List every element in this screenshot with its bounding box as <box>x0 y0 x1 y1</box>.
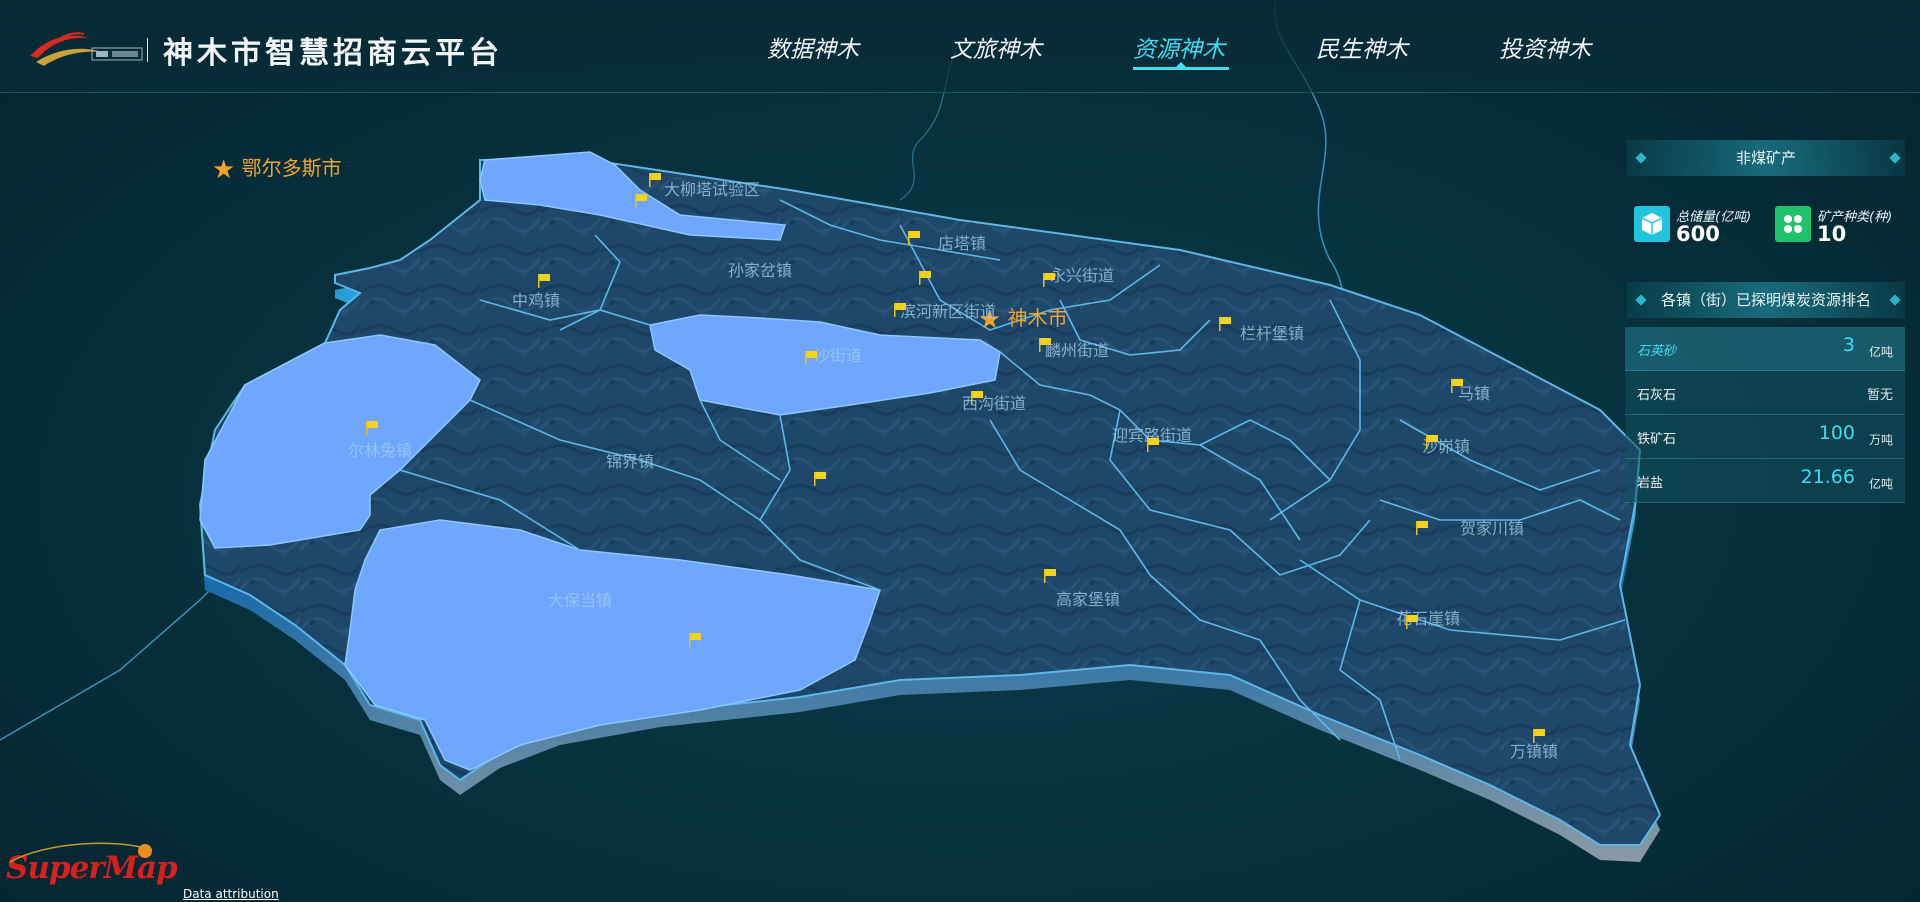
flag-icon[interactable] <box>1043 568 1057 583</box>
nav-tab-culture-tourism[interactable]: 文旅神木 <box>950 30 1042 64</box>
township-label[interactable]: 尔林兔镇 <box>348 437 412 461</box>
nav-tab-investment[interactable]: 投资神木 <box>1499 30 1591 64</box>
cube-icon <box>1634 206 1670 242</box>
flag-icon[interactable] <box>1425 434 1439 449</box>
title-divider <box>147 38 148 62</box>
app-title: 神木市智慧招商云平台 <box>163 36 503 71</box>
stat-value: 10 <box>1817 222 1847 246</box>
ranking-table: 石英砂 3 亿吨 石灰石 暂无 铁矿石 100 万吨 岩盐 21.66 亿吨 <box>1625 327 1905 503</box>
ranking-unit: 亿吨 <box>1868 345 1893 359</box>
flag-icon[interactable] <box>1042 272 1056 287</box>
stat-value: 600 <box>1676 222 1720 246</box>
ranking-name: 石英砂 <box>1637 344 1677 359</box>
flag-icon[interactable] <box>1038 337 1052 352</box>
township-label[interactable]: 栏杆堡镇 <box>1240 320 1304 344</box>
ranking-row[interactable]: 铁矿石 100 万吨 <box>1625 415 1905 459</box>
diamond-icon <box>1635 152 1647 164</box>
township-label[interactable]: 麟州街道 <box>1045 337 1109 361</box>
flag-icon[interactable] <box>1146 437 1160 452</box>
city-label-ordos: ★ 鄂尔多斯市 <box>212 155 342 185</box>
flag-icon[interactable] <box>634 193 648 208</box>
ranking-value: 3 <box>1842 334 1855 356</box>
ranking-unit: 亿吨 <box>1868 477 1893 491</box>
township-label[interactable]: 孙家岔镇 <box>728 257 792 281</box>
flag-icon[interactable] <box>1405 614 1419 629</box>
panel-section-title: 非煤矿产 <box>1735 149 1796 167</box>
ranking-title: 各镇（街）已探明煤炭资源排名 <box>1660 291 1871 309</box>
flag-icon[interactable] <box>970 390 984 405</box>
ranking-name: 岩盐 <box>1637 476 1664 491</box>
resource-panel: 非煤矿产 总储量(亿吨) 600 矿产种类(种) 10 各镇（街）已探明煤炭资源… <box>1625 140 1905 503</box>
flag-icon[interactable] <box>648 172 662 187</box>
flag-icon[interactable] <box>1218 316 1232 331</box>
township-label[interactable]: 大柳塔试验区 <box>664 176 760 200</box>
flag-icon[interactable] <box>907 230 921 245</box>
township-label[interactable]: 沙街道 <box>814 342 862 366</box>
stat-total-reserves: 总储量(亿吨) 600 <box>1634 204 1774 246</box>
township-label[interactable]: 店塔镇 <box>938 230 986 254</box>
township-label[interactable]: 永兴街道 <box>1050 262 1114 286</box>
ranking-value: 21.66 <box>1800 466 1855 488</box>
panel-section-header: 非煤矿产 <box>1627 140 1905 176</box>
flag-icon[interactable] <box>804 350 818 365</box>
ranking-header: 各镇（街）已探明煤炭资源排名 <box>1627 282 1905 318</box>
diamond-icon <box>1635 294 1647 306</box>
flag-icon[interactable] <box>1532 728 1546 743</box>
top-header: 神木市智慧招商云平台 数据神木 文旅神木 资源神木 民生神木 投资神木 <box>0 0 1920 93</box>
star-icon: ★ <box>212 155 236 185</box>
logo-icon <box>30 32 143 66</box>
external-boundary-line <box>0 559 241 741</box>
active-tab-underline <box>1133 67 1229 70</box>
diamond-icon <box>1889 152 1901 164</box>
map-stage[interactable]: ★ 鄂尔多斯市 ★ 神木市 大柳塔试验区 店塔镇 孙家岔镇 永兴街道 中鸡镇 滨… <box>0 0 1920 902</box>
ranking-name: 石灰石 <box>1637 388 1677 403</box>
ranking-value: 暂无 <box>1866 388 1893 403</box>
flag-icon[interactable] <box>688 632 702 647</box>
ranking-name: 铁矿石 <box>1637 432 1677 447</box>
township-label[interactable]: 锦界镇 <box>606 448 654 472</box>
grid-icon <box>1775 206 1811 242</box>
data-attribution-link[interactable]: Data attribution <box>183 887 279 901</box>
flag-icon[interactable] <box>893 302 907 317</box>
diamond-icon <box>1889 294 1901 306</box>
ranking-row[interactable]: 岩盐 21.66 亿吨 <box>1625 459 1905 503</box>
nav-tab-livelihood[interactable]: 民生神木 <box>1316 30 1408 64</box>
township-label[interactable]: 滨河新区街道 <box>900 298 996 322</box>
active-tab-caret-icon <box>1176 62 1186 67</box>
supermap-logo: SuperMap <box>6 842 178 886</box>
ranking-unit: 万吨 <box>1868 433 1893 447</box>
orbit-swoosh-icon <box>9 842 153 863</box>
stat-mineral-types: 矿产种类(种) 10 <box>1775 204 1905 246</box>
flag-icon[interactable] <box>1415 520 1429 535</box>
county-top-surface[interactable] <box>198 159 1662 846</box>
nav-tab-resources[interactable]: 资源神木 <box>1133 30 1225 64</box>
flag-icon[interactable] <box>918 270 932 285</box>
flag-icon[interactable] <box>537 273 551 288</box>
ranking-value: 100 <box>1818 422 1855 444</box>
township-label[interactable]: 中鸡镇 <box>512 287 560 311</box>
township-label[interactable]: 高家堡镇 <box>1056 586 1120 610</box>
township-label[interactable]: 大保当镇 <box>548 587 612 611</box>
ranking-row[interactable]: 石灰石 暂无 <box>1625 371 1905 415</box>
flag-icon[interactable] <box>1450 378 1464 393</box>
ranking-row[interactable]: 石英砂 3 亿吨 <box>1625 327 1905 371</box>
nav-tab-data[interactable]: 数据神木 <box>767 30 859 64</box>
township-label[interactable]: 贺家川镇 <box>1460 515 1524 539</box>
flag-icon[interactable] <box>365 420 379 435</box>
flag-icon[interactable] <box>813 471 827 486</box>
